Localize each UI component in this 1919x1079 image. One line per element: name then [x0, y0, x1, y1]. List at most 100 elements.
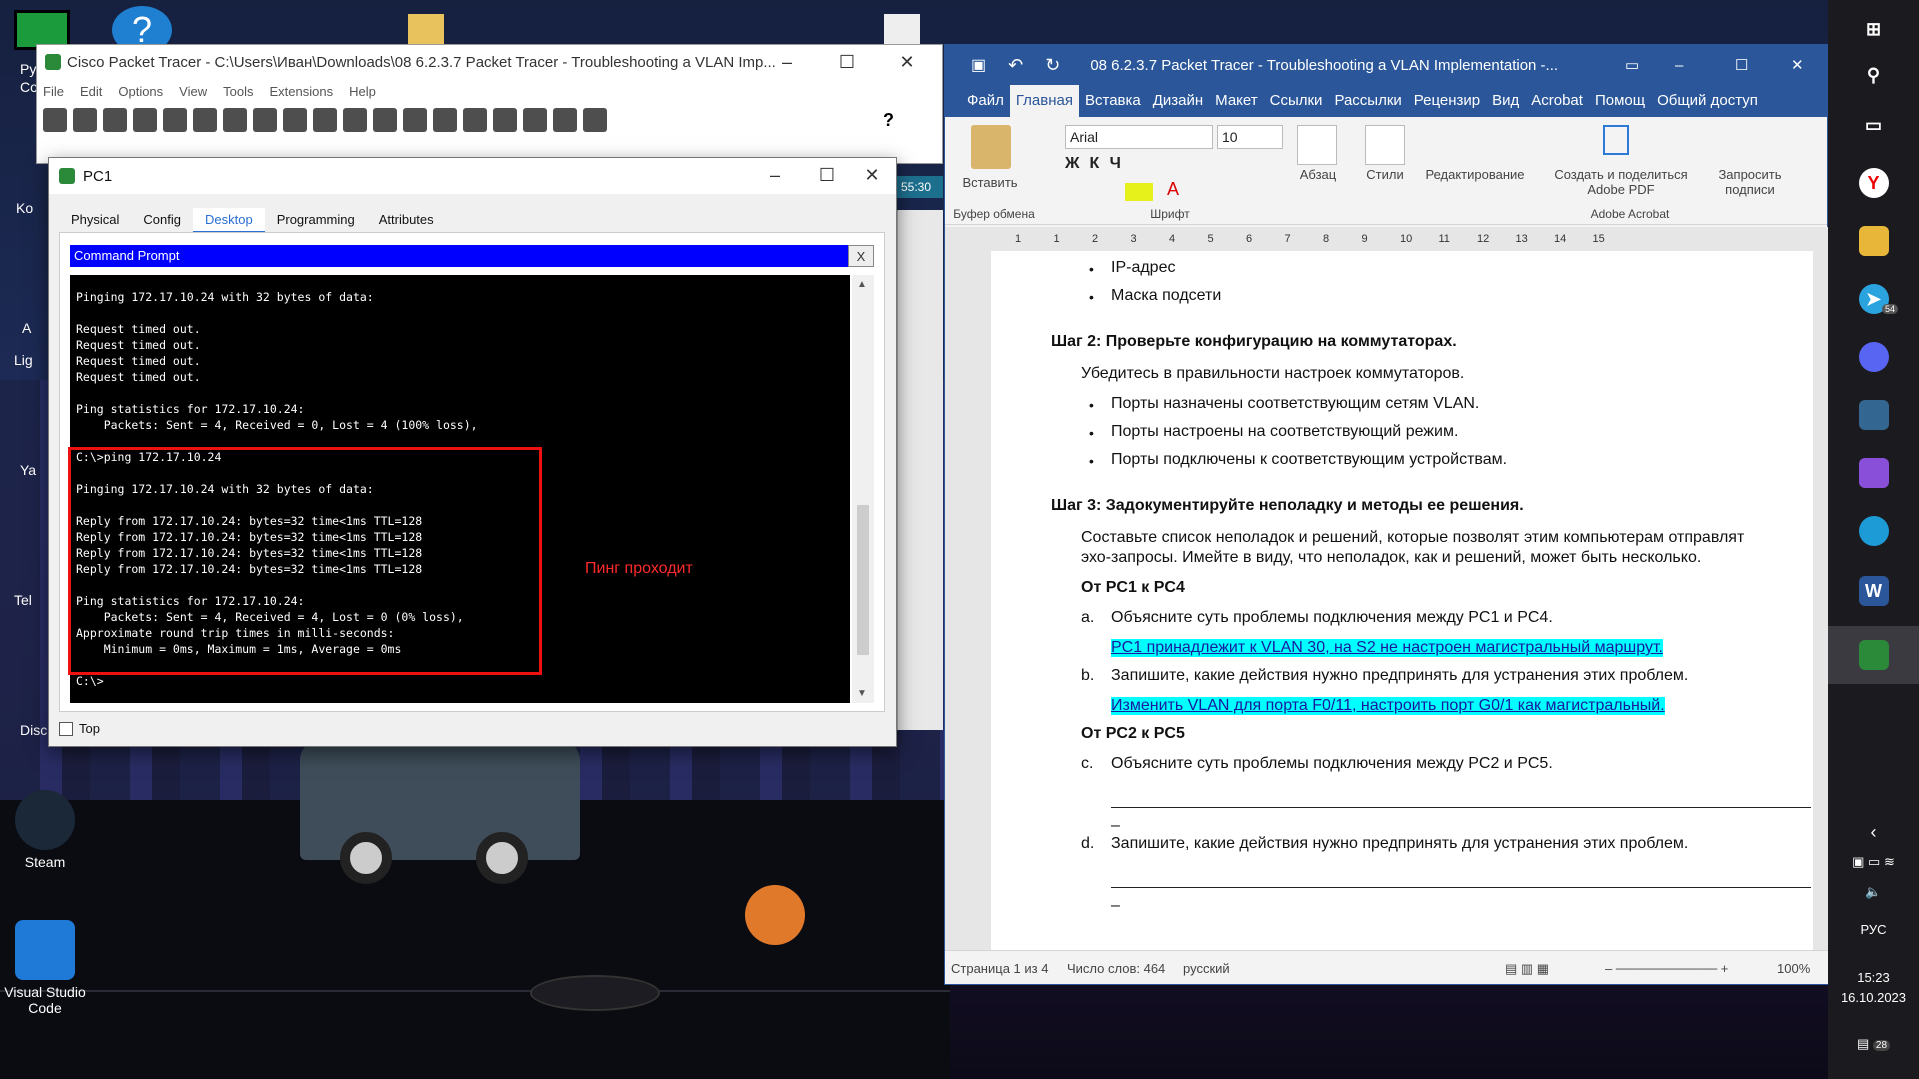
terminal-scroll-thumb[interactable]	[857, 505, 869, 655]
create-pdf-icon[interactable]	[1603, 125, 1629, 155]
pgadmin-button[interactable]	[1828, 386, 1919, 444]
clock-date[interactable]: 16.10.2023	[1828, 990, 1919, 1005]
menu-help[interactable]: Help	[349, 84, 376, 99]
input-language[interactable]: РУС	[1828, 922, 1919, 937]
zoom-reset-icon[interactable]	[403, 108, 427, 132]
tab-config[interactable]: Config	[131, 208, 193, 233]
menu-file[interactable]: File	[43, 84, 64, 99]
styles-icon[interactable]	[1365, 125, 1405, 165]
paste-icon[interactable]	[283, 108, 307, 132]
request-signature-icon[interactable]	[1735, 125, 1765, 155]
pc1-minimize-button[interactable]: –	[745, 158, 805, 192]
file-explorer-button[interactable]	[1828, 212, 1919, 270]
save-icon[interactable]: ▣	[971, 55, 986, 75]
menu-edit[interactable]: Edit	[80, 84, 102, 99]
tab-physical[interactable]: Physical	[59, 208, 131, 233]
zoom-slider[interactable]: – ─────────── +	[1605, 961, 1728, 976]
tab-design[interactable]: Дизайн	[1147, 85, 1209, 117]
tab-programming[interactable]: Programming	[265, 208, 367, 233]
word-maximize-button[interactable]: ☐	[1735, 56, 1748, 74]
tab-help[interactable]: Помощ	[1589, 85, 1651, 117]
zoom-out-icon[interactable]	[433, 108, 457, 132]
edge-button[interactable]	[1828, 502, 1919, 560]
save-icon[interactable]	[103, 108, 127, 132]
font-size-select[interactable]: 10	[1217, 125, 1283, 149]
desktop-icon-steam[interactable]: Steam	[0, 790, 90, 870]
tab-view[interactable]: Вид	[1486, 85, 1525, 117]
redo-icon[interactable]	[343, 108, 367, 132]
network-info-icon[interactable]	[553, 108, 577, 132]
close-button[interactable]: ✕	[877, 45, 937, 79]
task-view-button[interactable]: ▭	[1828, 96, 1919, 154]
tab-acrobat[interactable]: Acrobat	[1525, 85, 1589, 117]
yandex-browser-button[interactable]: Y	[1828, 154, 1919, 212]
drawing-palette-icon[interactable]	[463, 108, 487, 132]
text-effects-icon[interactable]	[1065, 183, 1105, 201]
font-name-select[interactable]: Arial	[1065, 125, 1213, 149]
document-page[interactable]: • IP-адрес • Маска подсети Шаг 2: Провер…	[991, 251, 1813, 951]
highlight-color-icon[interactable]	[1125, 183, 1153, 201]
clock-time[interactable]: 15:23	[1828, 970, 1919, 985]
custom-device-icon[interactable]	[493, 108, 517, 132]
font-color-icon[interactable]: A	[1167, 179, 1179, 200]
tab-desktop[interactable]: Desktop	[193, 208, 265, 233]
pt-side-scrollbar[interactable]	[897, 210, 943, 730]
status-zoom[interactable]: 100%	[1777, 961, 1810, 976]
print-icon[interactable]	[133, 108, 157, 132]
menu-options[interactable]: Options	[118, 84, 163, 99]
menu-extensions[interactable]: Extensions	[269, 84, 333, 99]
editing-button[interactable]: Редактирование	[1415, 167, 1535, 182]
paste-button-label[interactable]: Вставить	[953, 175, 1027, 190]
visual-studio-button[interactable]	[1828, 444, 1919, 502]
tab-review[interactable]: Рецензир	[1408, 85, 1486, 117]
status-words[interactable]: Число слов: 464	[1067, 961, 1165, 976]
top-checkbox[interactable]	[59, 721, 73, 736]
tab-mailings[interactable]: Рассылки	[1328, 85, 1407, 117]
paragraph-button[interactable]: Абзац	[1291, 167, 1345, 182]
desktop-icon-vscode[interactable]: Visual Studio Code	[0, 920, 90, 1016]
info-icon[interactable]	[163, 108, 187, 132]
pdu-icon[interactable]	[523, 108, 547, 132]
status-language[interactable]: русский	[1183, 961, 1230, 976]
tab-attributes[interactable]: Attributes	[367, 208, 446, 233]
copy-icon[interactable]	[253, 108, 277, 132]
menu-tools[interactable]: Tools	[223, 84, 253, 99]
zoom-in-icon[interactable]	[373, 108, 397, 132]
pc1-maximize-button[interactable]: ☐	[797, 158, 857, 192]
packet-tracer-button[interactable]	[1828, 626, 1919, 684]
pc1-close-button[interactable]: ✕	[849, 158, 895, 192]
font-style-buttons[interactable]: ЖКЧ	[1065, 155, 1131, 173]
tab-references[interactable]: Ссылки	[1264, 85, 1329, 117]
tray-chevron-icon[interactable]: ‹	[1828, 822, 1919, 843]
search-icon[interactable]	[1455, 125, 1487, 161]
styles-button[interactable]: Стили	[1357, 167, 1413, 182]
paragraph-icon[interactable]	[1297, 125, 1337, 165]
help-question-icon[interactable]: ?	[883, 110, 894, 131]
paste-icon[interactable]	[971, 125, 1011, 169]
tab-insert[interactable]: Вставка	[1079, 85, 1147, 117]
discord-button[interactable]	[1828, 328, 1919, 386]
image-icon[interactable]	[583, 108, 607, 132]
word-button[interactable]: W	[1828, 562, 1919, 620]
undo-icon[interactable]: ↶	[1008, 55, 1023, 76]
activity-wizard-icon[interactable]	[193, 108, 217, 132]
request-signature-button[interactable]: Запросить подписи	[1705, 167, 1795, 197]
telegram-button[interactable]: ➤ 54	[1828, 270, 1919, 328]
terminal-scrollbar[interactable]: ▲ ▼	[852, 275, 874, 703]
tab-share[interactable]: Общий доступ	[1651, 85, 1764, 117]
ribbon-display-icon[interactable]: ▭	[1625, 56, 1639, 74]
scroll-down-icon[interactable]: ▼	[857, 688, 867, 699]
redo-icon[interactable]: ↻	[1045, 55, 1060, 76]
maximize-button[interactable]: ☐	[817, 45, 877, 79]
tab-layout[interactable]: Макет	[1209, 85, 1263, 117]
undo-icon[interactable]	[313, 108, 337, 132]
open-folder-icon[interactable]	[73, 108, 97, 132]
tray-icons[interactable]: ▣ ▭ ≋	[1828, 854, 1919, 870]
volume-icon[interactable]: 🔈	[1828, 884, 1919, 900]
minimize-button[interactable]: –	[757, 45, 817, 79]
new-file-icon[interactable]	[43, 108, 67, 132]
file-icon[interactable]	[884, 14, 920, 44]
font-icon[interactable]	[223, 108, 247, 132]
folder-icon[interactable]	[408, 14, 444, 44]
tab-file[interactable]: Файл	[961, 85, 1010, 117]
